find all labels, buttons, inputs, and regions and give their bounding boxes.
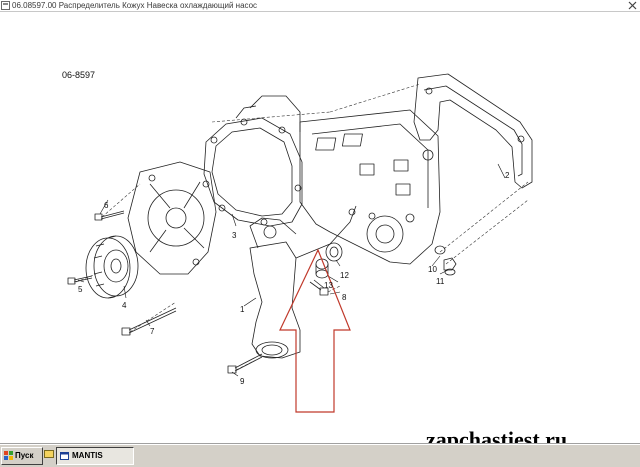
housing-part (299, 109, 441, 265)
bolt-7 (121, 307, 177, 336)
seal-ring-12 (325, 242, 343, 262)
water-pump-part (127, 161, 217, 275)
gasket-part (413, 73, 533, 189)
callout-13: 13 (324, 281, 333, 290)
parts-diagram: 1 2 3 4 5 6 7 8 9 10 11 12 13 06-8597 za… (0, 12, 640, 452)
callout-4: 4 (122, 301, 127, 310)
taskbar: Пуск MANTIS (0, 444, 640, 467)
callout-9: 9 (240, 377, 245, 386)
callout-12: 12 (340, 271, 349, 280)
pulley-part (85, 235, 139, 299)
callout-5: 5 (78, 285, 83, 294)
task-label: MANTIS (72, 451, 103, 460)
callout-10: 10 (428, 265, 437, 274)
callout-11: 11 (436, 277, 445, 286)
taskbar-item-mantis[interactable]: MANTIS (56, 447, 134, 465)
diagram-code: 06-8597 (62, 70, 96, 80)
nut-13 (315, 258, 329, 279)
callout-7: 7 (150, 327, 155, 336)
callout-1: 1 (240, 305, 245, 314)
callout-2: 2 (505, 171, 510, 180)
window-titlebar: 06.08597.00 Распределитель Кожух Навеска… (0, 0, 640, 12)
window-title: 06.08597.00 Распределитель Кожух Навеска… (12, 1, 258, 10)
start-button[interactable]: Пуск (1, 447, 43, 465)
windows-flag-icon (4, 451, 13, 460)
bolt-9 (227, 353, 263, 374)
callout-6: 6 (104, 201, 109, 210)
exploded-view-drawing: 1 2 3 4 5 6 7 8 9 10 11 12 13 (67, 73, 533, 413)
app-window-icon (60, 452, 69, 460)
app-icon (1, 1, 10, 10)
quick-launch-icon[interactable] (44, 449, 54, 459)
fitting-10 (434, 245, 446, 255)
bolt-6 (94, 210, 125, 221)
callout-8: 8 (342, 293, 347, 302)
close-icon[interactable] (627, 1, 638, 10)
start-label: Пуск (15, 451, 34, 460)
callout-3: 3 (232, 231, 237, 240)
